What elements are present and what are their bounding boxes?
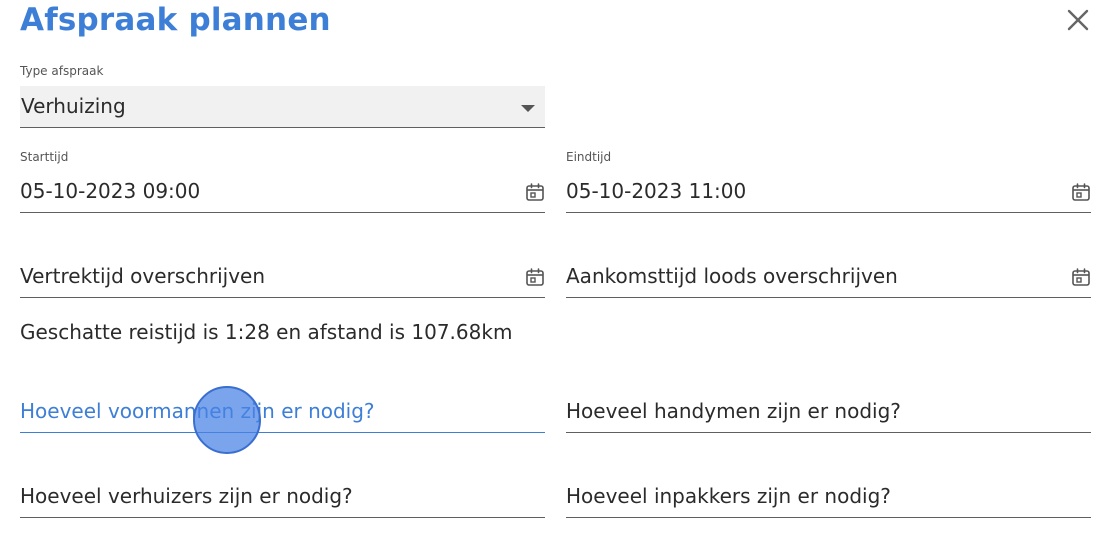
movers-count-field[interactable]: Hoeveel verhuizers zijn er nodig?	[20, 475, 545, 518]
chevron-down-icon[interactable]	[521, 105, 535, 112]
appointment-type-select[interactable]: Type afspraak Verhuizing	[20, 64, 545, 128]
close-icon	[1067, 9, 1089, 31]
start-time-label: Starttijd	[20, 150, 69, 164]
close-button[interactable]	[1064, 6, 1092, 34]
start-time-value: 05-10-2023 09:00	[20, 179, 201, 203]
dialog-title: Afspraak plannen	[20, 2, 331, 38]
handymen-count-field[interactable]: Hoeveel handymen zijn er nodig?	[566, 390, 1091, 433]
travel-info-text: Geschatte reistijd is 1:28 en afstand is…	[20, 320, 513, 344]
foremen-count-field[interactable]: Hoeveel voormannen zijn er nodig?	[20, 390, 545, 433]
arrival-time-placeholder: Aankomsttijd loods overschrijven	[566, 264, 898, 288]
end-time-label: Eindtijd	[566, 150, 612, 164]
end-time-field[interactable]: Eindtijd 05-10-2023 11:00	[566, 150, 1091, 213]
calendar-icon[interactable]	[525, 182, 545, 202]
end-time-value: 05-10-2023 11:00	[566, 179, 747, 203]
movers-count-placeholder: Hoeveel verhuizers zijn er nodig?	[20, 484, 353, 508]
calendar-icon[interactable]	[1071, 182, 1091, 202]
handymen-count-placeholder: Hoeveel handymen zijn er nodig?	[566, 399, 901, 423]
appointment-type-value: Verhuizing	[21, 94, 126, 118]
calendar-icon[interactable]	[525, 267, 545, 287]
appointment-dialog: Afspraak plannen Type afspraak Verhuizin…	[0, 0, 1120, 542]
calendar-icon[interactable]	[1071, 267, 1091, 287]
departure-time-placeholder: Vertrektijd overschrijven	[20, 264, 266, 288]
click-indicator	[193, 386, 261, 454]
packers-count-placeholder: Hoeveel inpakkers zijn er nodig?	[566, 484, 891, 508]
departure-time-field[interactable]: Vertrektijd overschrijven	[20, 255, 545, 298]
arrival-time-field[interactable]: Aankomsttijd loods overschrijven	[566, 255, 1091, 298]
start-time-field[interactable]: Starttijd 05-10-2023 09:00	[20, 150, 545, 213]
appointment-type-label: Type afspraak	[20, 64, 104, 78]
packers-count-field[interactable]: Hoeveel inpakkers zijn er nodig?	[566, 475, 1091, 518]
